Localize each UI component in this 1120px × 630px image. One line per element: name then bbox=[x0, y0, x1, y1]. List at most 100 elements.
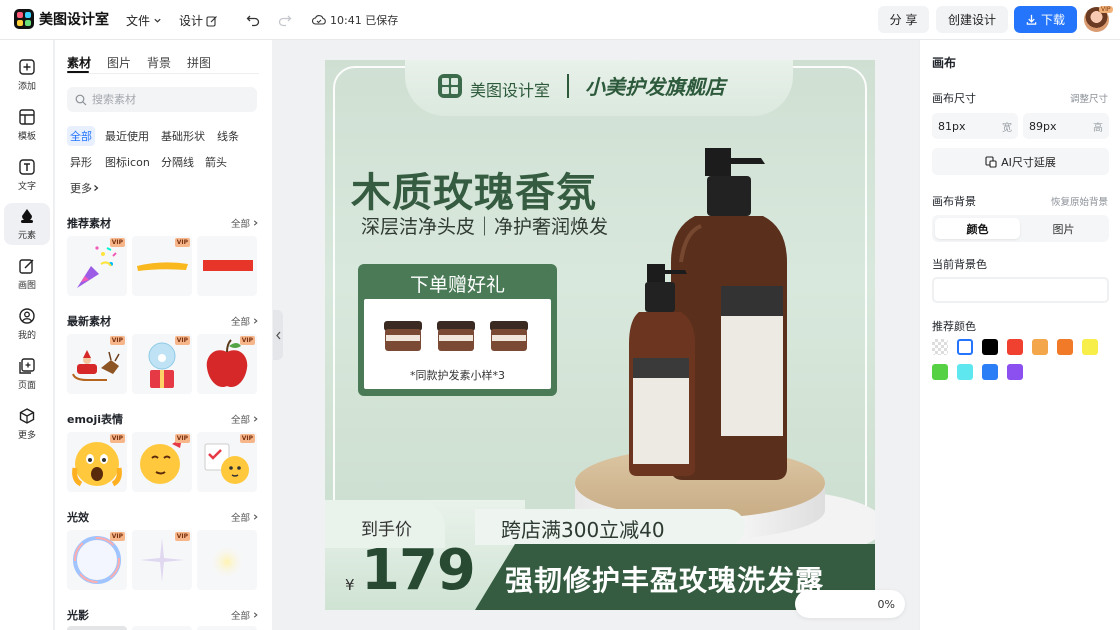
chip-all[interactable]: 全部 bbox=[67, 126, 95, 146]
promo-text: 跨店满300立减40 bbox=[501, 518, 665, 542]
rail-label: 元素 bbox=[17, 231, 36, 241]
height-field[interactable]: 89px 高 bbox=[1023, 113, 1109, 139]
search-box[interactable] bbox=[67, 87, 257, 112]
search-input[interactable] bbox=[92, 93, 252, 106]
collapse-panel-handle[interactable] bbox=[273, 310, 283, 360]
vip-tag: VIP bbox=[174, 238, 190, 247]
material-shadow-2[interactable] bbox=[132, 626, 192, 630]
vip-tag: VIP bbox=[109, 532, 125, 541]
rail-item-add[interactable]: 添加 bbox=[4, 54, 50, 96]
create-design-button[interactable]: 创建设计 bbox=[936, 6, 1008, 33]
undo-icon[interactable] bbox=[244, 11, 262, 29]
color-swatch[interactable] bbox=[1032, 339, 1048, 355]
section-all-link[interactable]: 全部 bbox=[231, 216, 259, 230]
tab-collage[interactable]: 拼图 bbox=[187, 54, 211, 71]
tab-divider bbox=[67, 73, 259, 74]
material-bubble-ring[interactable]: VIP bbox=[67, 530, 127, 590]
color-swatch[interactable] bbox=[1007, 339, 1023, 355]
color-swatch[interactable] bbox=[1082, 339, 1098, 355]
material-party-popper[interactable]: VIP bbox=[67, 236, 127, 296]
color-swatch[interactable] bbox=[1007, 364, 1023, 380]
chip-lines[interactable]: 线条 bbox=[214, 126, 242, 146]
color-swatch[interactable] bbox=[957, 364, 973, 380]
design-menu[interactable]: 设计 bbox=[179, 12, 218, 29]
material-emoji-checklist[interactable]: VIP bbox=[197, 432, 257, 492]
zoom-control[interactable]: 0% bbox=[795, 590, 905, 618]
material-apple[interactable]: VIP bbox=[197, 334, 257, 394]
chevron-right-icon bbox=[253, 612, 258, 618]
chip-dividers[interactable]: 分隔线 bbox=[158, 152, 197, 172]
rail-label: 更多 bbox=[17, 431, 36, 441]
color-swatch[interactable] bbox=[932, 339, 948, 355]
material-shadow-3[interactable] bbox=[197, 626, 257, 630]
material-sparkle[interactable]: VIP bbox=[132, 530, 192, 590]
seg-color[interactable]: 颜色 bbox=[935, 218, 1020, 239]
section-all-label: 全部 bbox=[231, 219, 251, 230]
redo-icon[interactable] bbox=[276, 11, 294, 29]
share-button[interactable]: 分 享 bbox=[878, 6, 929, 33]
sample-jar-image bbox=[384, 321, 422, 351]
chip-recent[interactable]: 最近使用 bbox=[102, 126, 152, 146]
seg-image[interactable]: 图片 bbox=[1021, 218, 1106, 239]
rail-label: 添加 bbox=[17, 82, 36, 92]
template-icon bbox=[19, 109, 35, 125]
file-menu[interactable]: 文件 bbox=[126, 12, 162, 29]
sample-jar-image bbox=[490, 321, 528, 351]
material-emoji-scared[interactable]: VIP bbox=[67, 432, 127, 492]
tab-materials[interactable]: 素材 bbox=[67, 54, 91, 71]
rail-item-template[interactable]: 模板 bbox=[4, 104, 50, 146]
width-field[interactable]: 81px 宽 bbox=[932, 113, 1018, 139]
panel-title: 画布 bbox=[932, 56, 957, 70]
rail-item-draw[interactable]: 画图 bbox=[4, 253, 50, 295]
section-all-link[interactable]: 全部 bbox=[231, 412, 259, 426]
chip-icons[interactable]: 图标icon bbox=[102, 152, 153, 172]
plus-square-icon bbox=[19, 59, 35, 75]
vip-tag: VIP bbox=[109, 336, 125, 345]
section-all-link[interactable]: 全部 bbox=[231, 510, 259, 524]
rail-item-text[interactable]: 文字 bbox=[4, 154, 50, 196]
edit-icon bbox=[206, 15, 217, 27]
chip-basic-shapes[interactable]: 基础形状 bbox=[158, 126, 208, 146]
download-label: 下载 bbox=[1040, 13, 1065, 27]
top-bar: 美图设计室 文件 设计 10:41 已保存 分 享 创建设计 下载 VIP bbox=[0, 0, 1120, 40]
poster-canvas[interactable]: 美图设计室 小美护发旗舰店 木质玫瑰香氛 深层洁净头皮｜净护奢润焕发 下单赠好礼… bbox=[325, 60, 875, 610]
price-currency: ¥ bbox=[345, 576, 355, 594]
color-swatch[interactable] bbox=[982, 339, 998, 355]
material-santa-sleigh[interactable]: VIP bbox=[67, 334, 127, 394]
rail-item-elements[interactable]: 元素 bbox=[4, 203, 50, 245]
vip-tag: VIP bbox=[174, 532, 190, 541]
brand-logo-icon bbox=[438, 74, 462, 98]
chip-more[interactable]: 更多 bbox=[67, 178, 103, 198]
color-swatch[interactable] bbox=[982, 364, 998, 380]
color-swatch[interactable] bbox=[932, 364, 948, 380]
height-unit: 高 bbox=[1093, 122, 1103, 134]
restore-bg-link[interactable]: 恢复原始背景 bbox=[1051, 194, 1108, 208]
ai-resize-button[interactable]: AI尺寸延展 bbox=[932, 148, 1109, 175]
section-all-link[interactable]: 全部 bbox=[231, 314, 259, 328]
gift-title: 下单赠好礼 bbox=[409, 274, 505, 296]
material-glow[interactable] bbox=[197, 530, 257, 590]
rail-item-more[interactable]: 更多 bbox=[4, 403, 50, 445]
chip-irregular[interactable]: 异形 bbox=[67, 152, 95, 172]
material-red-bar[interactable] bbox=[197, 236, 257, 296]
download-button[interactable]: 下载 bbox=[1014, 6, 1077, 33]
section-all-link[interactable]: 全部 bbox=[231, 608, 259, 622]
section-all-label: 全部 bbox=[231, 415, 251, 426]
glow-image bbox=[209, 544, 245, 580]
section-all-label: 全部 bbox=[231, 611, 251, 622]
color-swatch[interactable] bbox=[957, 339, 973, 355]
tab-backgrounds[interactable]: 背景 bbox=[147, 54, 171, 71]
current-bg-color-field[interactable] bbox=[932, 277, 1109, 303]
tab-images[interactable]: 图片 bbox=[107, 54, 131, 71]
chevron-right-icon bbox=[253, 220, 258, 226]
material-snow-globe[interactable]: VIP bbox=[132, 334, 192, 394]
resize-link[interactable]: 调整尺寸 bbox=[1070, 91, 1108, 105]
app-logo[interactable]: 美图设计室 bbox=[14, 9, 109, 29]
color-swatch[interactable] bbox=[1057, 339, 1073, 355]
rail-item-pages[interactable]: 页面 bbox=[4, 353, 50, 395]
material-emoji-thinking[interactable]: VIP bbox=[132, 432, 192, 492]
chip-arrows[interactable]: 箭头 bbox=[202, 152, 230, 172]
material-shadow-1[interactable] bbox=[67, 626, 127, 630]
material-yellow-stroke[interactable]: VIP bbox=[132, 236, 192, 296]
rail-item-mine[interactable]: 我的 bbox=[4, 303, 50, 345]
